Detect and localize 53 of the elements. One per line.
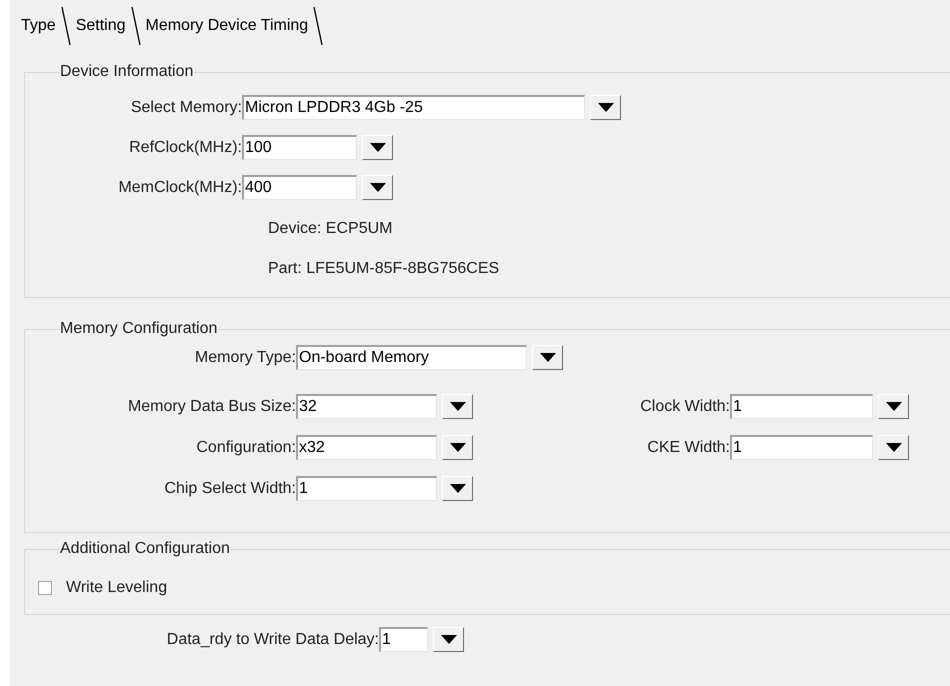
dropdown-button[interactable] (442, 394, 473, 419)
group-title: Device Information (60, 63, 194, 81)
dropdown-field[interactable]: 1 (296, 476, 437, 501)
caret-icon (440, 635, 456, 644)
caret-icon (598, 103, 614, 112)
slash-icon (311, 6, 326, 46)
checkbox-label: Write Leveling (66, 578, 168, 598)
field-label: Select Memory: (130, 98, 242, 118)
dropdown-button[interactable] (878, 394, 909, 419)
dropdown-field[interactable]: On-board Memory (296, 345, 527, 370)
group-title: Additional Configuration (60, 540, 230, 558)
dropdown-button[interactable] (442, 435, 473, 460)
field-label: Memory Type: (194, 348, 296, 368)
dropdown-field[interactable]: Micron LPDDR3 4Gb -25 (242, 95, 585, 120)
info-text: Device: ECP5UM (268, 219, 394, 238)
caret-icon (370, 183, 386, 192)
dropdown-field[interactable]: 1 (730, 435, 873, 460)
field-label: CKE Width: (646, 438, 730, 458)
dropdown-field[interactable]: 100 (242, 135, 357, 160)
slash-icon (58, 6, 73, 46)
dropdown-button[interactable] (362, 175, 393, 200)
dropdown-button[interactable] (442, 476, 473, 501)
group-title: Memory Configuration (60, 320, 218, 338)
tab[interactable]: Memory Device Timing (144, 14, 310, 38)
field-label: Memory Data Bus Size: (126, 396, 296, 416)
info-text: Part: LFE5UM-85F-8BG756CES (268, 259, 500, 278)
field-label: Configuration: (195, 438, 296, 458)
dropdown-field[interactable]: 1 (730, 394, 873, 419)
dropdown-field[interactable]: 1 (379, 627, 428, 652)
caret-icon (370, 143, 386, 152)
tab[interactable]: Type (20, 14, 57, 38)
caret-icon (886, 443, 902, 452)
field-label: RefClock(MHz): (128, 138, 242, 158)
slash-icon (128, 6, 142, 46)
checkbox[interactable] (38, 581, 52, 595)
dropdown-field[interactable]: 32 (296, 394, 437, 419)
dropdown-button[interactable] (362, 135, 393, 160)
dropdown-button[interactable] (433, 627, 464, 652)
caret-icon (886, 402, 902, 411)
field-label: Clock Width: (639, 396, 730, 416)
field-label: Data_rdy to Write Data Delay: (166, 630, 379, 650)
dropdown-button[interactable] (590, 95, 621, 120)
dropdown-field[interactable]: 400 (242, 175, 357, 200)
field-label: Chip Select Width: (163, 478, 296, 498)
field-label: MemClock(MHz): (117, 178, 242, 198)
tab[interactable]: Setting (74, 14, 126, 38)
dropdown-field[interactable]: x32 (296, 435, 437, 460)
dropdown-button[interactable] (532, 345, 563, 370)
dropdown-button[interactable] (878, 435, 909, 460)
caret-icon (450, 484, 466, 493)
caret-icon (450, 443, 466, 452)
caret-icon (540, 353, 556, 362)
caret-icon (450, 402, 466, 411)
